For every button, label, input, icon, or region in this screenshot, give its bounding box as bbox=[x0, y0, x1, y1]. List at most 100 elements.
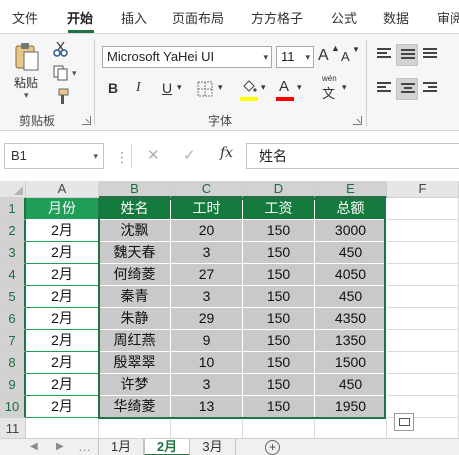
column-header-c[interactable]: C bbox=[171, 181, 243, 198]
empty-cell[interactable] bbox=[387, 264, 459, 286]
font-size-select[interactable]: 11 ▾ bbox=[276, 46, 314, 68]
table-header-cell[interactable]: 姓名 bbox=[99, 198, 171, 220]
table-cell[interactable]: 1500 bbox=[315, 352, 387, 374]
column-header-a[interactable]: A bbox=[26, 181, 99, 198]
table-cell[interactable]: 2月 bbox=[26, 330, 99, 352]
empty-cell[interactable] bbox=[315, 418, 387, 438]
column-header-e[interactable]: E bbox=[315, 181, 387, 198]
add-sheet-button[interactable]: + bbox=[265, 440, 280, 455]
phonetic-dropdown-icon[interactable]: ▾ bbox=[342, 82, 347, 93]
align-center-button[interactable] bbox=[396, 78, 418, 100]
column-header-b[interactable]: B bbox=[99, 181, 171, 198]
table-cell[interactable]: 150 bbox=[243, 308, 315, 330]
fill-color-icon[interactable] bbox=[240, 78, 258, 96]
table-cell[interactable]: 2月 bbox=[26, 352, 99, 374]
tab-review[interactable]: 审阅 bbox=[437, 8, 459, 27]
table-cell[interactable]: 何绮菱 bbox=[99, 264, 171, 286]
cut-icon[interactable] bbox=[52, 40, 70, 58]
tab-fangfang[interactable]: 方方格子 bbox=[251, 8, 303, 27]
name-box[interactable]: B1 ▾ bbox=[4, 143, 104, 169]
empty-cell[interactable] bbox=[387, 220, 459, 242]
table-cell[interactable]: 150 bbox=[243, 352, 315, 374]
paste-button[interactable]: 粘贴 bbox=[14, 74, 38, 91]
align-left-button[interactable] bbox=[373, 78, 395, 100]
table-header-cell[interactable]: 月份 bbox=[26, 198, 99, 220]
copy-dropdown-icon[interactable]: ▾ bbox=[72, 68, 77, 79]
table-cell[interactable]: 朱静 bbox=[99, 308, 171, 330]
spreadsheet-grid[interactable]: A B C D E F 1 2 3 4 5 6 7 8 9 10 11 月份 姓名 工时 工资 总额 2月 沈飘 20 150 30… bbox=[0, 181, 459, 438]
font-color-button[interactable]: A bbox=[279, 78, 289, 95]
table-cell[interactable]: 150 bbox=[243, 286, 315, 308]
table-cell[interactable]: 1350 bbox=[315, 330, 387, 352]
table-cell[interactable]: 2月 bbox=[26, 396, 99, 418]
next-sheet-icon[interactable]: ▶ bbox=[56, 439, 64, 455]
table-cell[interactable]: 13 bbox=[171, 396, 243, 418]
align-middle-button[interactable] bbox=[396, 44, 418, 66]
table-cell[interactable]: 秦青 bbox=[99, 286, 171, 308]
table-cell[interactable]: 3 bbox=[171, 286, 243, 308]
table-cell[interactable]: 4050 bbox=[315, 264, 387, 286]
font-name-select[interactable]: Microsoft YaHei UI ▾ bbox=[102, 46, 272, 68]
table-cell[interactable]: 450 bbox=[315, 242, 387, 264]
column-header-f[interactable]: F bbox=[387, 181, 459, 198]
row-header-2[interactable]: 2 bbox=[0, 220, 26, 242]
empty-cell[interactable] bbox=[387, 352, 459, 374]
empty-cell[interactable] bbox=[387, 308, 459, 330]
table-cell[interactable]: 150 bbox=[243, 242, 315, 264]
fill-dropdown-icon[interactable]: ▾ bbox=[261, 82, 266, 93]
phonetic-guide-button[interactable]: 文 bbox=[322, 83, 335, 102]
font-color-dropdown-icon[interactable]: ▾ bbox=[297, 82, 302, 93]
sheet-tab-jan[interactable]: 1月 bbox=[98, 439, 144, 455]
tab-file[interactable]: 文件 bbox=[12, 8, 38, 27]
sheet-tab-mar[interactable]: 3月 bbox=[190, 439, 236, 455]
table-header-cell[interactable]: 工时 bbox=[171, 198, 243, 220]
align-right-button[interactable] bbox=[419, 78, 441, 100]
table-cell[interactable]: 2月 bbox=[26, 286, 99, 308]
empty-cell[interactable] bbox=[387, 198, 459, 220]
table-cell[interactable]: 许梦 bbox=[99, 374, 171, 396]
tab-insert[interactable]: 插入 bbox=[121, 8, 147, 27]
row-header-9[interactable]: 9 bbox=[0, 374, 26, 396]
table-cell[interactable]: 3 bbox=[171, 242, 243, 264]
copy-icon[interactable] bbox=[52, 64, 70, 82]
row-header-10[interactable]: 10 bbox=[0, 396, 26, 418]
paste-icon[interactable] bbox=[14, 42, 40, 72]
table-header-cell[interactable]: 总额 bbox=[315, 198, 387, 220]
grow-font-button[interactable]: A bbox=[318, 47, 329, 65]
tab-page-layout[interactable]: 页面布局 bbox=[172, 8, 224, 27]
table-cell[interactable]: 魏天春 bbox=[99, 242, 171, 264]
table-cell[interactable]: 450 bbox=[315, 286, 387, 308]
tab-data[interactable]: 数据 bbox=[383, 8, 409, 27]
row-header-3[interactable]: 3 bbox=[0, 242, 26, 264]
prev-sheet-icon[interactable]: ◀ bbox=[30, 439, 38, 455]
borders-icon[interactable] bbox=[196, 80, 214, 98]
table-cell[interactable]: 2月 bbox=[26, 220, 99, 242]
empty-cell[interactable] bbox=[99, 418, 171, 438]
empty-cell[interactable] bbox=[387, 286, 459, 308]
empty-cell[interactable] bbox=[171, 418, 243, 438]
insert-function-button[interactable]: fx bbox=[220, 145, 233, 161]
table-header-cell[interactable]: 工资 bbox=[243, 198, 315, 220]
empty-cell[interactable] bbox=[387, 330, 459, 352]
underline-dropdown-icon[interactable]: ▾ bbox=[177, 82, 182, 93]
table-cell[interactable]: 3 bbox=[171, 374, 243, 396]
table-cell[interactable]: 沈飘 bbox=[99, 220, 171, 242]
clipboard-launcher-icon[interactable] bbox=[82, 116, 91, 125]
empty-cell[interactable] bbox=[387, 242, 459, 264]
font-launcher-icon[interactable] bbox=[353, 116, 362, 125]
tab-home[interactable]: 开始 bbox=[67, 8, 93, 27]
cancel-edit-button[interactable]: ✕ bbox=[147, 146, 160, 164]
bold-button[interactable]: B bbox=[108, 80, 118, 96]
underline-button[interactable]: U bbox=[162, 80, 172, 96]
table-cell[interactable]: 殷翠翠 bbox=[99, 352, 171, 374]
table-cell[interactable]: 150 bbox=[243, 264, 315, 286]
table-cell[interactable]: 150 bbox=[243, 330, 315, 352]
confirm-edit-button[interactable]: ✓ bbox=[183, 146, 196, 164]
column-header-d[interactable]: D bbox=[243, 181, 315, 198]
table-cell[interactable]: 9 bbox=[171, 330, 243, 352]
select-all-button[interactable] bbox=[0, 181, 26, 198]
sheet-tab-feb[interactable]: 2月 bbox=[144, 439, 190, 455]
italic-button[interactable]: I bbox=[136, 80, 141, 96]
paste-dropdown-icon[interactable]: ▾ bbox=[24, 90, 29, 101]
table-cell[interactable]: 10 bbox=[171, 352, 243, 374]
